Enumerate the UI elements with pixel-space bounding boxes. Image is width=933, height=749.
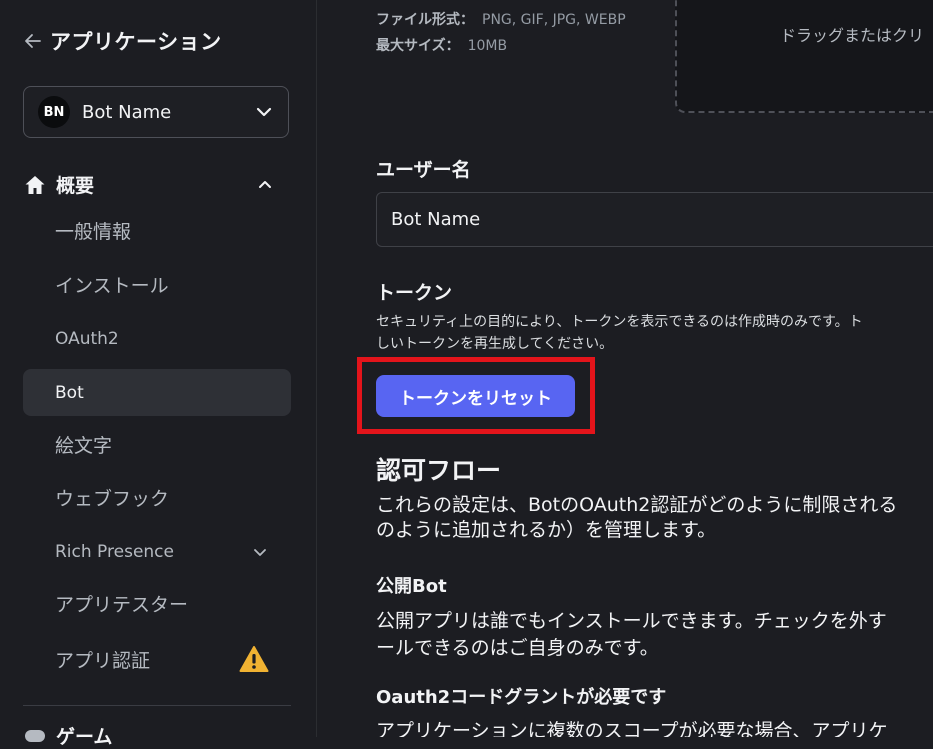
sidebar-item-app-verification[interactable]: アプリ認証 <box>23 636 291 683</box>
sidebar-item-label: アプリ認証 <box>55 650 151 672</box>
back-to-applications[interactable]: アプリケーション <box>24 26 222 56</box>
oauth-grant-description: アプリケーションに複数のスコープが必要な場合、アプリケ <box>376 720 888 737</box>
max-size-info: 最大サイズ： 10MB <box>376 35 507 55</box>
dropzone-text: ドラッグまたはクリ <box>780 26 925 45</box>
section-overview[interactable]: 概要 <box>24 171 272 198</box>
avatar-dropzone[interactable]: ドラッグまたはクリ <box>675 0 933 113</box>
app-selector[interactable]: BN Bot Name <box>23 86 289 138</box>
max-size-label: 最大サイズ： <box>376 38 460 54</box>
reset-token-button[interactable]: トークンをリセット <box>376 375 575 417</box>
chevron-down-icon <box>256 107 272 117</box>
token-description-line2: しいトークンを再生成してください。 <box>376 336 614 352</box>
username-label: ユーザー名 <box>376 159 471 181</box>
username-input[interactable]: Bot Name <box>376 192 933 247</box>
sidebar-item-emoji[interactable]: 絵文字 <box>23 421 291 468</box>
home-icon <box>25 175 45 194</box>
sidebar-item-label: Bot <box>55 382 84 403</box>
username-value: Bot Name <box>391 209 481 230</box>
back-label: アプリケーション <box>50 30 222 54</box>
main-content: ファイル形式： PNG, GIF, JPG, WEBP 最大サイズ： 10MB ドラ… <box>317 0 933 737</box>
sidebar-item-rich-presence[interactable]: Rich Presence <box>23 528 291 575</box>
file-format-value: PNG, GIF, JPG, WEBP <box>482 12 626 28</box>
auth-flow-description-line2: のように追加されるか）を管理します。 <box>376 519 717 541</box>
sidebar-item-bot[interactable]: Bot <box>23 369 291 416</box>
app-name: Bot Name <box>82 101 172 123</box>
section-title: 概要 <box>56 175 95 197</box>
auth-flow-title: 認可フロー <box>376 456 502 485</box>
max-size-value: 10MB <box>467 38 508 54</box>
token-description-line1: セキュリティ上の目的により、トークンを表示できるのは作成時のみです。ト <box>376 314 863 330</box>
gamepad-icon <box>25 729 45 742</box>
games-label: ゲーム <box>56 726 113 748</box>
section-games[interactable]: ゲーム <box>24 722 112 749</box>
public-bot-description-line1: 公開アプリは誰でもインストールできます。チェックを外す <box>376 610 887 632</box>
sidebar-item-label: インストール <box>55 275 169 297</box>
public-bot-description-line2: ールできるのはご自身のみです。 <box>376 637 659 659</box>
sidebar-item-label: 絵文字 <box>55 435 113 457</box>
sidebar-item-general-info[interactable]: 一般情報 <box>23 207 291 254</box>
warning-icon <box>239 646 269 672</box>
sidebar-item-oauth2[interactable]: OAuth2 <box>23 315 291 362</box>
chevron-up-icon <box>259 180 271 188</box>
sidebar-item-app-testers[interactable]: アプリテスター <box>23 580 291 627</box>
arrow-left-icon <box>25 34 41 48</box>
sidebar-item-label: Rich Presence <box>55 541 174 562</box>
oauth-grant-title: Oauth2コードグラントが必要です <box>376 687 667 708</box>
sidebar-item-webhooks[interactable]: ウェブフック <box>23 474 291 521</box>
file-format-label: ファイル形式： <box>376 12 474 28</box>
public-bot-title: 公開Bot <box>376 576 447 597</box>
token-label: トークン <box>376 282 453 304</box>
sidebar-item-label: ウェブフック <box>55 488 170 510</box>
divider <box>23 705 291 706</box>
sidebar-item-label: 一般情報 <box>55 221 132 243</box>
sidebar-item-installation[interactable]: インストール <box>23 261 291 308</box>
sidebar-item-label: アプリテスター <box>55 594 189 616</box>
chevron-down-icon <box>254 549 266 556</box>
avatar: BN <box>38 96 70 128</box>
file-format-info: ファイル形式： PNG, GIF, JPG, WEBP <box>376 9 626 29</box>
sidebar-item-label: OAuth2 <box>55 328 119 349</box>
sidebar: アプリケーション BN Bot Name 概要 一般情報 インストール OAut… <box>0 0 317 748</box>
